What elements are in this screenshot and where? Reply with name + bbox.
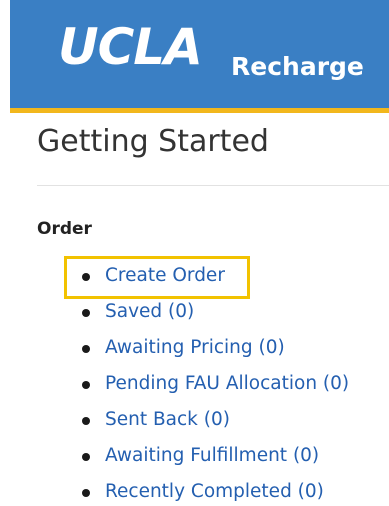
bullet-icon <box>82 309 90 317</box>
bullet-icon <box>82 417 90 425</box>
bullet-icon <box>82 273 90 281</box>
saved-link[interactable]: Saved (0) <box>105 301 194 323</box>
bullet-icon <box>82 489 90 497</box>
page: UCLA Recharge Getting Started Order Crea… <box>0 0 389 506</box>
bullet-icon <box>82 453 90 461</box>
product-name: Recharge <box>231 52 364 81</box>
awaiting-pricing-link[interactable]: Awaiting Pricing (0) <box>105 337 285 359</box>
bullet-icon <box>82 381 90 389</box>
recently-completed-link[interactable]: Recently Completed (0) <box>105 481 324 503</box>
bullet-icon <box>82 345 90 353</box>
title-divider <box>37 185 389 186</box>
create-order-link[interactable]: Create Order <box>105 265 225 287</box>
ucla-logo[interactable]: UCLA <box>58 22 203 72</box>
header-banner: UCLA Recharge <box>10 0 389 113</box>
sent-back-link[interactable]: Sent Back (0) <box>105 409 230 431</box>
order-section-heading: Order <box>37 219 92 239</box>
awaiting-fulfillment-link[interactable]: Awaiting Fulfillment (0) <box>105 445 319 467</box>
pending-fau-allocation-link[interactable]: Pending FAU Allocation (0) <box>105 373 349 395</box>
page-title: Getting Started <box>37 124 269 159</box>
